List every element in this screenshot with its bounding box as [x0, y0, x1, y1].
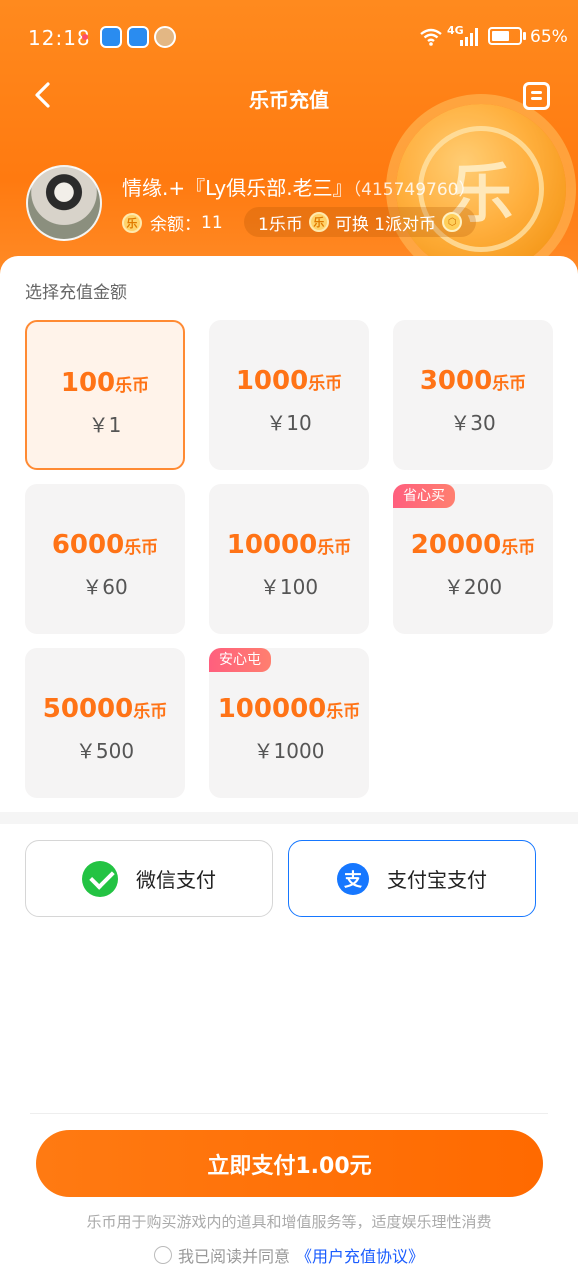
battery-level	[492, 31, 509, 41]
coin-icon: 乐	[122, 212, 142, 233]
package-coins: 50000乐币	[42, 694, 168, 724]
exchange-rate-pill: 1乐币 乐 可换 1派对币 ⬡	[244, 207, 477, 237]
package-price: ￥1	[88, 413, 122, 437]
package-tile-7[interactable]: 50000乐币 ￥500	[25, 648, 185, 798]
battery-cap	[523, 32, 526, 40]
package-price: ￥10	[266, 411, 312, 435]
balance-row: 乐 余额： 11	[122, 210, 223, 235]
package-coins: 100乐币	[60, 368, 150, 398]
package-coins: 100000乐币	[217, 694, 361, 724]
signal-icon	[460, 28, 478, 46]
package-badge: 省心买	[393, 484, 455, 508]
section-title: 选择充值金额	[25, 283, 127, 303]
bottom-divider	[30, 1113, 548, 1114]
app-notification-icon	[154, 26, 176, 48]
package-coins: 10000乐币	[226, 530, 352, 560]
package-price: ￥100	[259, 575, 319, 599]
records-icon[interactable]	[523, 82, 550, 110]
package-price: ￥60	[82, 575, 128, 599]
package-coins: 3000乐币	[419, 366, 527, 396]
package-coins: 6000乐币	[51, 530, 159, 560]
avatar	[26, 165, 102, 241]
user-nickname: 情缘.+『Ly俱乐部.老三』	[122, 176, 353, 200]
package-tile-4[interactable]: 6000乐币 ￥60	[25, 484, 185, 634]
agreement-link[interactable]: 《用户充值协议》	[296, 1243, 424, 1267]
package-price: ￥200	[443, 575, 503, 599]
app-notification-icon	[100, 26, 122, 48]
notification-dot-icon	[82, 34, 88, 40]
agreement-prefix: 我已阅读并同意	[177, 1247, 290, 1266]
app-notification-icon	[127, 26, 149, 48]
party-coin-icon: ⬡	[442, 212, 463, 232]
agree-checkbox[interactable]	[153, 1246, 172, 1264]
user-id: （415749760）	[352, 180, 476, 200]
wechat-icon	[82, 860, 118, 897]
wifi-icon	[420, 28, 442, 51]
disclaimer-text: 乐币用于购买游戏内的道具和增值服务等，适度娱乐理性消费	[86, 1213, 492, 1231]
package-tile-1[interactable]: 100乐币 ￥1	[25, 320, 185, 470]
package-tile-2[interactable]: 1000乐币 ￥10	[209, 320, 369, 470]
package-price: ￥30	[450, 411, 496, 435]
alipay-icon: 支	[337, 862, 369, 895]
package-coins: 20000乐币	[410, 530, 536, 560]
package-tile-5[interactable]: 10000乐币 ￥100	[209, 484, 369, 634]
package-tile-8[interactable]: 安心屯 100000乐币 ￥1000	[209, 648, 369, 798]
wechat-pay-label: 微信支付	[136, 868, 216, 892]
wechat-pay-button[interactable]: 微信支付	[25, 840, 273, 917]
package-badge: 安心屯	[209, 648, 271, 672]
package-tile-3[interactable]: 3000乐币 ￥30	[393, 320, 553, 470]
user-name: 情缘.+『Ly俱乐部.老三』（415749760）	[122, 172, 475, 201]
package-price: ￥1000	[253, 739, 325, 763]
alipay-button[interactable]: 支 支付宝支付	[288, 840, 536, 917]
pay-now-button[interactable]: 立即支付1.00元	[36, 1130, 543, 1197]
battery-icon	[488, 27, 522, 45]
package-price: ￥500	[75, 739, 135, 763]
rate-left: 1乐币	[258, 214, 303, 235]
alipay-label: 支付宝支付	[387, 868, 487, 892]
status-bar: 12:18 4G 65%	[0, 0, 578, 70]
agreement-row: 我已阅读并同意 《用户充值协议》	[0, 1243, 578, 1267]
balance-label: 余额：	[150, 215, 201, 235]
page-title: 乐币充值	[249, 88, 329, 112]
coin-icon: 乐	[308, 212, 329, 232]
balance-value: 11	[201, 212, 223, 233]
battery-percent: 65%	[530, 27, 568, 47]
package-tile-6[interactable]: 省心买 20000乐币 ￥200	[393, 484, 553, 634]
rate-mid: 可换 1派对币	[334, 214, 437, 235]
package-coins: 1000乐币	[235, 366, 343, 396]
section-divider	[0, 812, 578, 824]
